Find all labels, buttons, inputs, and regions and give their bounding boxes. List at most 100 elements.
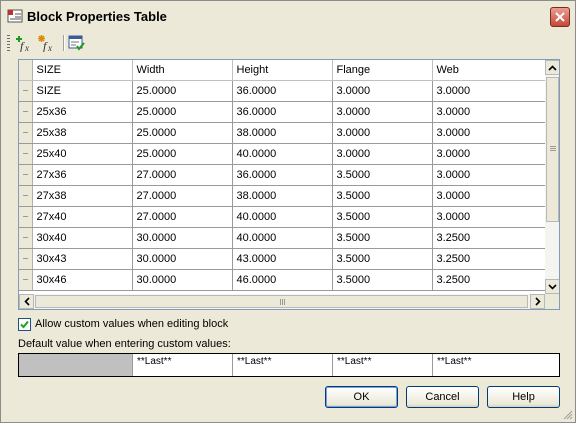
column-header-size[interactable]: SIZE (32, 60, 133, 81)
cell-size[interactable]: 27x36 (32, 164, 133, 186)
default-value-cell-flange[interactable]: **Last** (333, 354, 433, 376)
cell-height[interactable]: 36.0000 (232, 164, 333, 186)
cell-web[interactable]: 3.0000 (432, 143, 546, 165)
cell-size[interactable]: 25x36 (32, 101, 133, 123)
cell-width[interactable]: 30.0000 (132, 248, 233, 270)
table-row[interactable]: SIZE 25.0000 36.0000 3.0000 3.0000 (19, 80, 546, 102)
cancel-button[interactable]: Cancel (406, 386, 479, 408)
cell-width[interactable]: 27.0000 (132, 164, 233, 186)
audit-button[interactable] (67, 34, 87, 52)
table-row[interactable]: 25x40 25.0000 40.0000 3.0000 3.0000 (19, 143, 546, 165)
scroll-up-button[interactable] (545, 60, 559, 75)
row-header[interactable] (19, 101, 33, 123)
add-property-button[interactable]: f x (14, 34, 34, 53)
cell-flange[interactable]: 3.0000 (332, 143, 433, 165)
new-property-button[interactable]: f x (37, 34, 57, 53)
cell-height[interactable]: 36.0000 (232, 80, 333, 102)
cell-flange[interactable]: 3.0000 (332, 101, 433, 123)
column-header-width[interactable]: Width (132, 60, 233, 81)
cell-size[interactable]: 30x43 (32, 248, 133, 270)
row-header[interactable] (19, 269, 33, 291)
default-value-cell-width[interactable]: **Last** (133, 354, 233, 376)
cell-web[interactable]: 3.2500 (432, 269, 546, 291)
row-header[interactable] (19, 248, 33, 270)
table-row[interactable]: 30x46 30.0000 46.0000 3.5000 3.2500 (19, 269, 546, 291)
horizontal-scrollbar[interactable] (19, 294, 545, 309)
cell-height[interactable]: 40.0000 (232, 227, 333, 249)
cell-width[interactable]: 27.0000 (132, 206, 233, 228)
cell-web[interactable]: 3.0000 (432, 206, 546, 228)
cell-height[interactable]: 36.0000 (232, 101, 333, 123)
cell-flange[interactable]: 3.5000 (332, 269, 433, 291)
vertical-scrollbar[interactable] (545, 60, 559, 294)
cell-height[interactable]: 40.0000 (232, 206, 333, 228)
toolbar-grip[interactable] (7, 35, 10, 51)
help-button[interactable]: Help (487, 386, 560, 408)
ok-button[interactable]: OK (325, 386, 398, 408)
default-value-cell-height[interactable]: **Last** (233, 354, 333, 376)
resize-grip-icon[interactable] (561, 408, 573, 420)
cell-web[interactable]: 3.2500 (432, 248, 546, 270)
cell-height[interactable]: 43.0000 (232, 248, 333, 270)
cell-width[interactable]: 25.0000 (132, 101, 233, 123)
cell-height[interactable]: 38.0000 (232, 185, 333, 207)
cell-flange[interactable]: 3.5000 (332, 185, 433, 207)
scroll-left-button[interactable] (19, 294, 34, 309)
horizontal-scroll-thumb[interactable] (35, 295, 528, 308)
row-header[interactable] (19, 227, 33, 249)
scroll-down-button[interactable] (545, 279, 559, 294)
cell-web[interactable]: 3.0000 (432, 185, 546, 207)
cell-web[interactable]: 3.2500 (432, 227, 546, 249)
cell-flange[interactable]: 3.5000 (332, 164, 433, 186)
row-header[interactable] (19, 164, 33, 186)
cell-web[interactable]: 3.0000 (432, 122, 546, 144)
cell-size[interactable]: 30x40 (32, 227, 133, 249)
table-row[interactable]: 27x40 27.0000 40.0000 3.5000 3.0000 (19, 206, 546, 228)
cell-flange[interactable]: 3.5000 (332, 206, 433, 228)
cell-height[interactable]: 38.0000 (232, 122, 333, 144)
row-header[interactable] (19, 80, 33, 102)
allow-custom-values-option[interactable]: Allow custom values when editing block (18, 317, 228, 331)
cell-size[interactable]: 30x46 (32, 269, 133, 291)
close-button[interactable] (550, 7, 570, 27)
table-row[interactable]: 30x40 30.0000 40.0000 3.5000 3.2500 (19, 227, 546, 249)
default-value-cell-web[interactable]: **Last** (433, 354, 559, 376)
table-row[interactable]: 25x38 25.0000 38.0000 3.0000 3.0000 (19, 122, 546, 144)
column-header-height[interactable]: Height (232, 60, 333, 81)
row-header[interactable] (19, 143, 33, 165)
cell-height[interactable]: 46.0000 (232, 269, 333, 291)
cell-web[interactable]: 3.0000 (432, 101, 546, 123)
cell-size[interactable]: 27x40 (32, 206, 133, 228)
cell-height[interactable]: 40.0000 (232, 143, 333, 165)
table-row[interactable]: 25x36 25.0000 36.0000 3.0000 3.0000 (19, 101, 546, 123)
cell-flange[interactable]: 3.0000 (332, 80, 433, 102)
cell-size[interactable]: SIZE (32, 80, 133, 102)
row-header-corner[interactable] (19, 60, 33, 81)
cell-web[interactable]: 3.0000 (432, 80, 546, 102)
column-header-flange[interactable]: Flange (332, 60, 433, 81)
table-row[interactable]: 27x36 27.0000 36.0000 3.5000 3.0000 (19, 164, 546, 186)
cell-web[interactable]: 3.0000 (432, 164, 546, 186)
cell-width[interactable]: 30.0000 (132, 227, 233, 249)
table-row[interactable]: 27x38 27.0000 38.0000 3.5000 3.0000 (19, 185, 546, 207)
cell-flange[interactable]: 3.5000 (332, 248, 433, 270)
title-bar[interactable]: Block Properties Table (1, 1, 575, 31)
row-header[interactable] (19, 206, 33, 228)
vertical-scroll-thumb[interactable] (546, 77, 559, 222)
cell-size[interactable]: 27x38 (32, 185, 133, 207)
allow-custom-values-checkbox[interactable] (18, 317, 31, 331)
cell-width[interactable]: 27.0000 (132, 185, 233, 207)
column-header-web[interactable]: Web (432, 60, 546, 81)
table-row[interactable]: 30x43 30.0000 43.0000 3.5000 3.2500 (19, 248, 546, 270)
cell-size[interactable]: 25x40 (32, 143, 133, 165)
cell-flange[interactable]: 3.5000 (332, 227, 433, 249)
cell-width[interactable]: 30.0000 (132, 269, 233, 291)
allow-custom-values-label[interactable]: Allow custom values when editing block (35, 318, 228, 330)
row-header[interactable] (19, 122, 33, 144)
cell-width[interactable]: 25.0000 (132, 122, 233, 144)
cell-flange[interactable]: 3.0000 (332, 122, 433, 144)
cell-width[interactable]: 25.0000 (132, 143, 233, 165)
scroll-right-button[interactable] (530, 294, 545, 309)
cell-size[interactable]: 25x38 (32, 122, 133, 144)
row-header[interactable] (19, 185, 33, 207)
